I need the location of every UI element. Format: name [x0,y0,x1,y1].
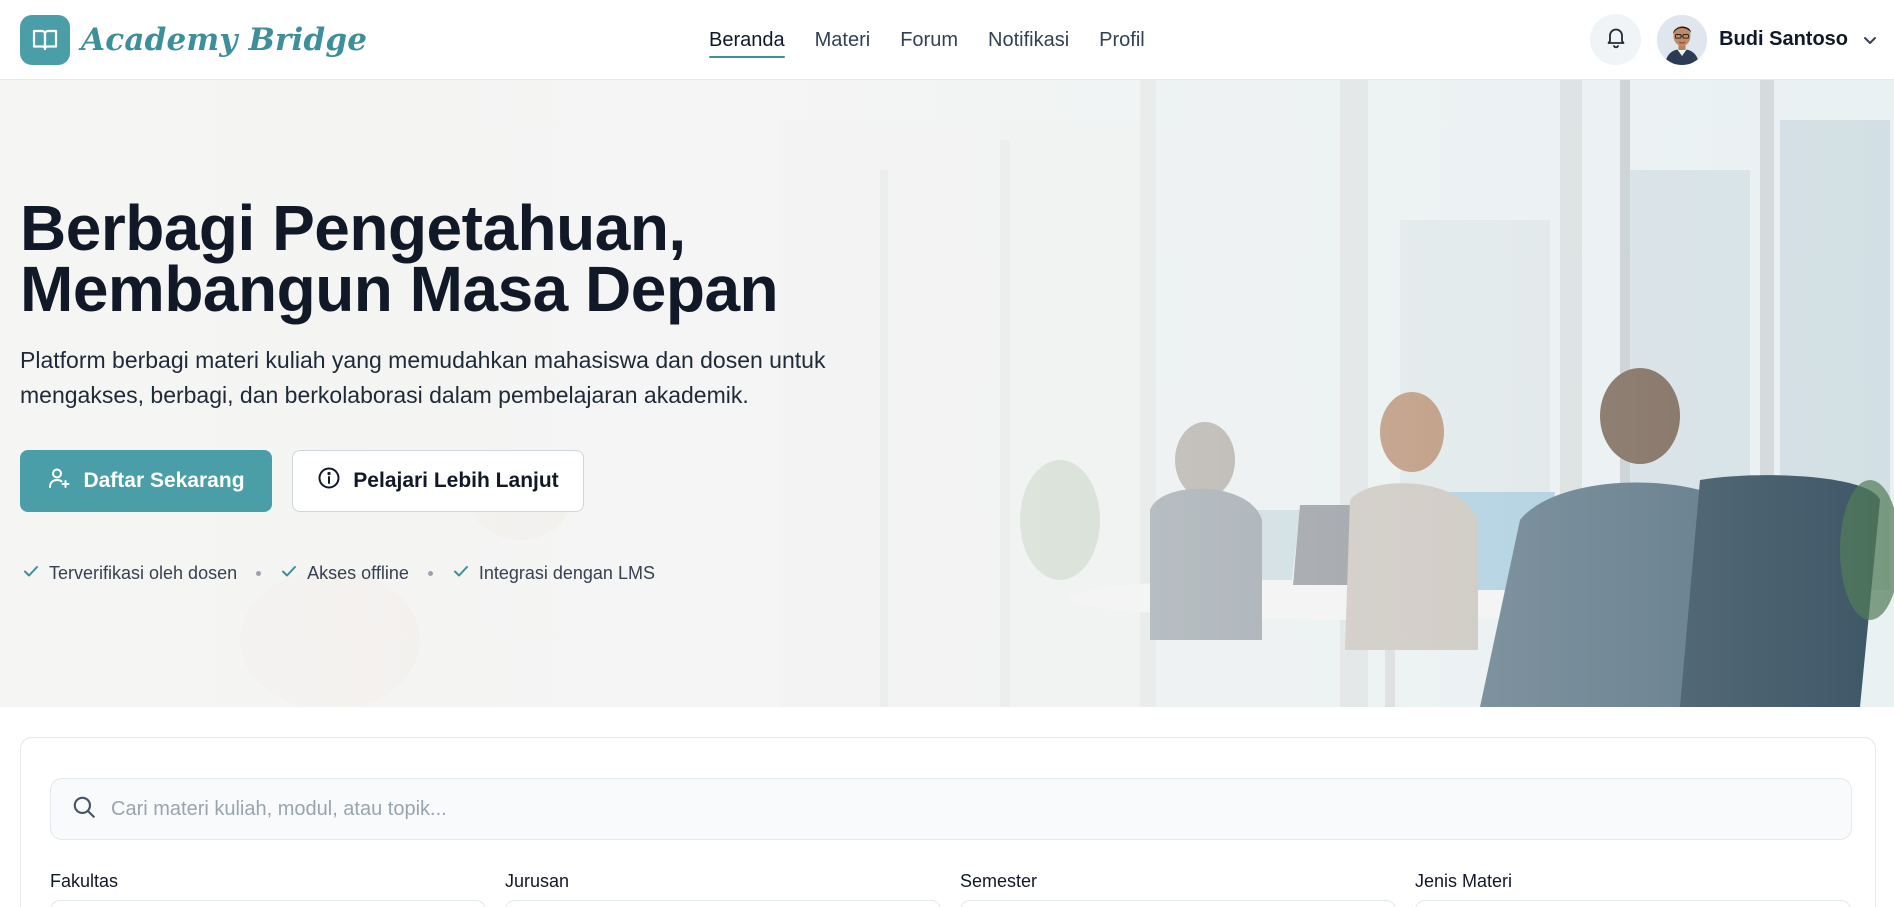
search-bar[interactable] [50,778,1852,840]
filter-label: Fakultas [50,871,119,891]
semester-select[interactable] [960,900,1396,907]
separator-dot [256,571,262,576]
fakultas-select[interactable] [50,900,486,907]
info-icon [317,466,341,496]
register-button[interactable]: Daftar Sekarang [20,450,272,512]
feature-label: Terverifikasi oleh dosen [49,563,238,583]
top-navbar: Academy Bridge Beranda Materi Forum Noti… [0,0,1894,80]
hero-title-line-2: Membangun Masa Depan [20,253,779,325]
filter-fakultas: Fakultas [50,871,486,907]
learn-more-button-label: Pelajari Lebih Lanjut [353,469,559,492]
separator-dot [427,571,433,576]
jurusan-select[interactable] [505,900,941,907]
feature-item: Akses offline [280,562,409,585]
feature-item: Terverifikasi oleh dosen [22,562,237,585]
filter-jenis-materi: Jenis Materi [1415,871,1851,907]
chevron-down-icon[interactable] [1862,32,1878,48]
filter-label: Jenis Materi [1415,871,1513,891]
feature-list: Terverifikasi oleh dosen Akses offline I… [22,562,655,585]
check-icon [452,562,470,585]
nav-item-forum[interactable]: Forum [900,0,958,80]
check-icon [280,562,298,585]
hero-title-line-1: Berbagi Pengetahuan, [20,192,686,264]
jenis-materi-select[interactable] [1415,900,1851,907]
learn-more-button[interactable]: Pelajari Lebih Lanjut [292,450,584,512]
feature-label: Akses offline [307,563,409,583]
notification-button[interactable] [1590,14,1642,65]
main-nav: Beranda Materi Forum Notifikasi Profil [709,0,1145,80]
register-button-label: Daftar Sekarang [83,469,245,492]
hero-section: Berbagi Pengetahuan, Membangun Masa Depa… [0,80,1894,707]
feature-item: Integrasi dengan LMS [452,562,655,585]
search-icon [71,794,97,825]
hero-subtitle: Platform berbagi materi kuliah yang memu… [20,347,826,408]
user-plus-icon [47,466,71,496]
search-card: Fakultas Jurusan Semester Jenis Materi [20,737,1876,907]
user-area: Budi Santoso [1590,14,1878,65]
feature-label: Integrasi dengan LMS [478,563,655,583]
user-name[interactable]: Budi Santoso [1719,28,1848,51]
nav-item-notifikasi[interactable]: Notifikasi [988,0,1069,80]
bell-icon [1604,25,1628,54]
brand-name: Academy Bridge [81,22,368,58]
open-book-icon [20,15,70,65]
nav-item-profil[interactable]: Profil [1099,0,1145,80]
check-icon [22,562,40,585]
filter-label: Jurusan [505,871,570,891]
brand[interactable]: Academy Bridge [20,15,367,65]
nav-item-beranda[interactable]: Beranda [709,0,785,80]
nav-item-materi[interactable]: Materi [815,0,871,80]
hero-title: Berbagi Pengetahuan, Membangun Masa Depa… [20,192,779,325]
avatar[interactable] [1657,14,1708,65]
search-input[interactable] [111,797,1711,821]
filter-jurusan: Jurusan [505,871,941,907]
filter-label: Semester [960,871,1038,891]
filter-semester: Semester [960,871,1396,907]
